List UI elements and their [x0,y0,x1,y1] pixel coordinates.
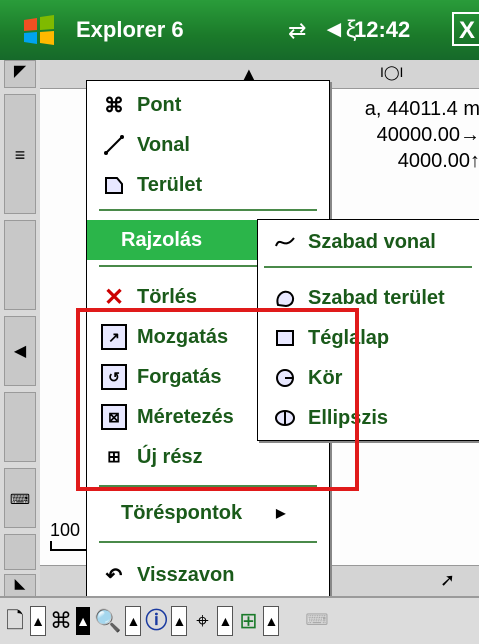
line-icon [101,132,127,158]
menu-item-terulet[interactable]: Terület [87,165,329,205]
info-icon[interactable]: ⓘ [145,604,167,638]
scale-label: 100 [50,520,81,540]
layers-icon[interactable]: ≡ [4,94,36,214]
gps-satellite-icon[interactable]: ⌖ [191,604,213,638]
zoom-extent-icon[interactable]: I◯I [380,64,403,81]
area-icon [101,172,127,198]
coordinate-readout: a, 44011.4 m 40000.00→ 4000.00↑ [310,96,479,174]
undo-icon: ↶ [105,564,123,587]
menu-item-pont[interactable]: ⌘ Pont [87,85,329,125]
dropdown-arrow-icon[interactable]: ▲ [217,606,234,636]
dropdown-arrow-icon[interactable]: ▲ [125,606,142,636]
app-title: Explorer 6 [76,17,184,42]
menu-separator [264,266,472,268]
dropdown-arrow-icon[interactable]: ▲ [76,607,90,635]
submenu-arrow-icon: ▶ [276,506,286,520]
dropdown-arrow-icon[interactable]: ▲ [30,606,46,636]
freehand-line-icon [272,229,298,255]
keyboard-icon[interactable]: ⌨ [4,468,36,528]
left-ruler-segment [4,392,36,462]
volume-icon[interactable]: ◄ξ [322,16,357,44]
menu-separator [99,541,317,543]
annotation-highlight-box [76,308,359,491]
windows-start-icon[interactable] [22,14,56,48]
coord-x: a, 44011.4 m [364,98,479,120]
keyboard-icon[interactable]: ⌨ [305,604,328,638]
dropdown-arrow-icon[interactable]: ▲ [171,606,188,636]
zoom-icon[interactable]: 🔍 [94,604,121,638]
close-button[interactable]: X [452,12,479,46]
delete-icon: ✕ [103,283,125,311]
dropdown-arrow-icon[interactable]: ▲ [263,606,280,636]
corner-arrow-icon[interactable]: ◣ [4,574,36,598]
connectivity-icon[interactable]: ⇄ [288,18,306,44]
pan-left-icon[interactable]: ◀ [4,316,36,386]
corner-arrow-icon[interactable]: ◤ [4,60,36,88]
pan-right-icon[interactable]: ➚ [440,570,455,591]
menu-item-vonal[interactable]: Vonal [87,125,329,165]
point-tool-icon[interactable]: ⌘ [50,604,72,638]
menu-separator [99,209,317,211]
coord-z: 4000.00↑ [397,150,479,172]
new-document-icon[interactable]: 🗋 [4,604,26,638]
clock[interactable]: 12:42 [354,17,410,43]
menu-item-torespontok[interactable]: Töréspontok ▶ [87,493,329,533]
submenu-item-szabad-vonal[interactable]: Szabad vonal [258,222,479,262]
coord-y: 40000.00→ [376,124,479,146]
bottom-toolbar: 🗋 ▲ ⌘ ▲ 🔍 ▲ ⓘ ▲ ⌖ ▲ ⊞ ▲ ⌨ [0,596,479,644]
point-icon: ⌘ [104,94,124,117]
menu-item-visszavon[interactable]: ↶ Visszavon [87,555,329,595]
edit-tool-icon[interactable]: ⊞ [237,604,259,638]
left-ruler-segment [4,220,36,310]
left-ruler-segment [4,534,36,570]
left-panel: ◤ ≡ ◀ ⌨ ◣ [0,60,40,600]
